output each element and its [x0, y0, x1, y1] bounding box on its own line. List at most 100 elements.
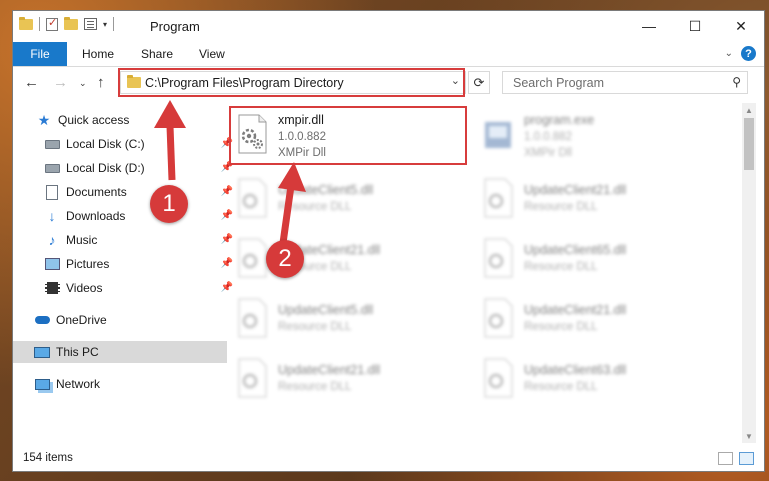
sidebar-item-label: Downloads: [66, 209, 126, 223]
sidebar-item-onedrive[interactable]: OneDrive: [13, 309, 227, 331]
refresh-button[interactable]: ⟳: [468, 71, 490, 94]
file-description: Resource DLL: [278, 381, 352, 393]
dll-file-icon: [238, 238, 267, 278]
file-item[interactable]: UpdateClient21.dll Resource DLL: [476, 173, 711, 229]
window-controls: — ☐ ✕: [626, 11, 764, 41]
pictures-icon: [44, 256, 60, 272]
cloud-icon: [34, 312, 50, 328]
ribbon-controls: ⌄ ?: [725, 46, 756, 61]
tab-view[interactable]: View: [199, 42, 225, 66]
file-item[interactable]: UpdateClient5.dll Resource DLL: [230, 293, 465, 349]
sidebar-item-label: OneDrive: [56, 313, 107, 327]
drive-icon: [44, 160, 60, 176]
network-icon: [34, 376, 50, 392]
customize-toolbar-icon[interactable]: ▾: [103, 20, 107, 29]
file-name: program.exe: [524, 113, 595, 127]
dll-file-icon: [238, 298, 267, 338]
file-description: Resource DLL: [524, 261, 598, 273]
tab-file[interactable]: File: [13, 42, 67, 66]
sidebar-item-label: Local Disk (D:): [66, 161, 145, 175]
status-bar: 154 items: [13, 446, 764, 471]
videos-icon: [44, 280, 60, 296]
scrollbar-thumb[interactable]: [744, 118, 754, 170]
search-input[interactable]: [511, 75, 720, 91]
minimize-button[interactable]: —: [626, 11, 672, 41]
file-item[interactable]: UpdateClient5.dll Resource DLL: [230, 173, 465, 229]
file-item[interactable]: UpdateClient21.dll Resource DLL: [476, 293, 711, 349]
scroll-up-icon[interactable]: ▲: [742, 103, 756, 117]
dll-file-icon: [484, 178, 513, 218]
sidebar-item-label: Music: [66, 233, 98, 247]
exe-file-icon: [485, 122, 511, 148]
navigation-pane: ★ Quick access Local Disk (C:) 📌 Local D…: [13, 103, 233, 443]
tab-share[interactable]: Share: [141, 42, 173, 66]
star-icon: ★: [37, 111, 51, 128]
refresh-icon: ⟳: [473, 74, 485, 90]
file-highlight: [229, 106, 467, 165]
quick-access-toolbar: ▾: [19, 16, 115, 31]
file-name: UpdateClient21.dll: [524, 303, 627, 317]
maximize-button[interactable]: ☐: [672, 11, 718, 41]
scroll-down-icon[interactable]: ▼: [742, 429, 756, 443]
file-name: UpdateClient5.dll: [278, 303, 374, 317]
forward-arrow-icon[interactable]: →: [53, 74, 68, 91]
help-icon[interactable]: ?: [741, 46, 756, 61]
chevron-down-icon[interactable]: ⌄: [725, 48, 733, 59]
file-description: Resource DLL: [524, 381, 598, 393]
new-folder-icon[interactable]: [64, 16, 78, 30]
documents-icon: [44, 184, 60, 200]
sidebar-item-label: Pictures: [66, 257, 110, 271]
tab-home[interactable]: Home: [82, 42, 114, 66]
dll-file-icon: [484, 238, 513, 278]
file-item[interactable]: UpdateClient21.dll Resource DLL: [230, 353, 465, 409]
ribbon-tabs: File Home Share View ⌄ ?: [13, 42, 764, 67]
file-name: UpdateClient21.dll: [278, 363, 381, 377]
sidebar-item-network[interactable]: Network: [13, 373, 227, 395]
file-description: Resource DLL: [524, 321, 598, 333]
up-arrow-icon[interactable]: ↑: [97, 74, 105, 91]
sidebar-item-pictures[interactable]: Pictures 📌: [13, 253, 237, 275]
vertical-scrollbar[interactable]: ▲ ▼: [742, 103, 756, 443]
sidebar-item-music[interactable]: ♪ Music 📌: [13, 229, 237, 251]
file-item[interactable]: UpdateClient63.dll Resource DLL: [476, 353, 711, 409]
sidebar-item-label: Local Disk (C:): [66, 137, 145, 151]
sidebar-item-label: Quick access: [58, 113, 130, 127]
dll-file-icon: [484, 358, 513, 398]
sidebar-item-quick-access[interactable]: ★ Quick access: [13, 109, 229, 131]
toolbar-separator: [113, 17, 115, 31]
tiles-view-icon[interactable]: [739, 452, 754, 465]
window-title: Program: [150, 19, 200, 34]
recent-locations-chevron-icon[interactable]: ⌄: [79, 78, 87, 89]
sidebar-item-local-disk-c[interactable]: Local Disk (C:) 📌: [13, 133, 237, 155]
file-item[interactable]: UpdateClient65.dll Resource DLL: [476, 233, 711, 289]
sidebar-item-this-pc[interactable]: This PC: [13, 341, 227, 363]
dll-file-icon: [238, 358, 267, 398]
title-bar: ▾ Program — ☐ ✕: [13, 11, 764, 42]
file-name: UpdateClient21.dll: [524, 183, 627, 197]
step-marker-2: 2: [266, 240, 304, 278]
properties-check-icon[interactable]: [46, 16, 58, 31]
item-count: 154 items: [23, 452, 73, 464]
properties-icon[interactable]: [84, 18, 97, 30]
sidebar-item-label: Network: [56, 377, 101, 391]
close-button[interactable]: ✕: [718, 11, 764, 41]
sidebar-item-documents[interactable]: Documents 📌: [13, 181, 237, 203]
sidebar-item-local-disk-d[interactable]: Local Disk (D:) 📌: [13, 157, 237, 179]
search-box[interactable]: ⚲: [502, 71, 748, 94]
dll-file-icon: [238, 178, 267, 218]
back-arrow-icon[interactable]: ←: [24, 74, 39, 91]
sidebar-item-downloads[interactable]: ↓ Downloads 📌: [13, 205, 237, 227]
sidebar-item-videos[interactable]: Videos 📌: [13, 277, 237, 299]
details-view-icon[interactable]: [718, 452, 733, 465]
address-bar-highlight: [118, 68, 465, 97]
file-version: 1.0.0.882: [524, 131, 572, 143]
file-item-program-exe[interactable]: program.exe 1.0.0.882 XMPir Dll: [476, 109, 711, 165]
file-description: Resource DLL: [278, 201, 352, 213]
sidebar-item-label: This PC: [56, 345, 99, 359]
search-icon: ⚲: [732, 75, 741, 89]
view-toggle: [718, 452, 754, 465]
file-description: Resource DLL: [278, 321, 352, 333]
drive-icon: [44, 136, 60, 152]
sidebar-item-label: Documents: [66, 185, 127, 199]
music-icon: ♪: [48, 232, 56, 248]
